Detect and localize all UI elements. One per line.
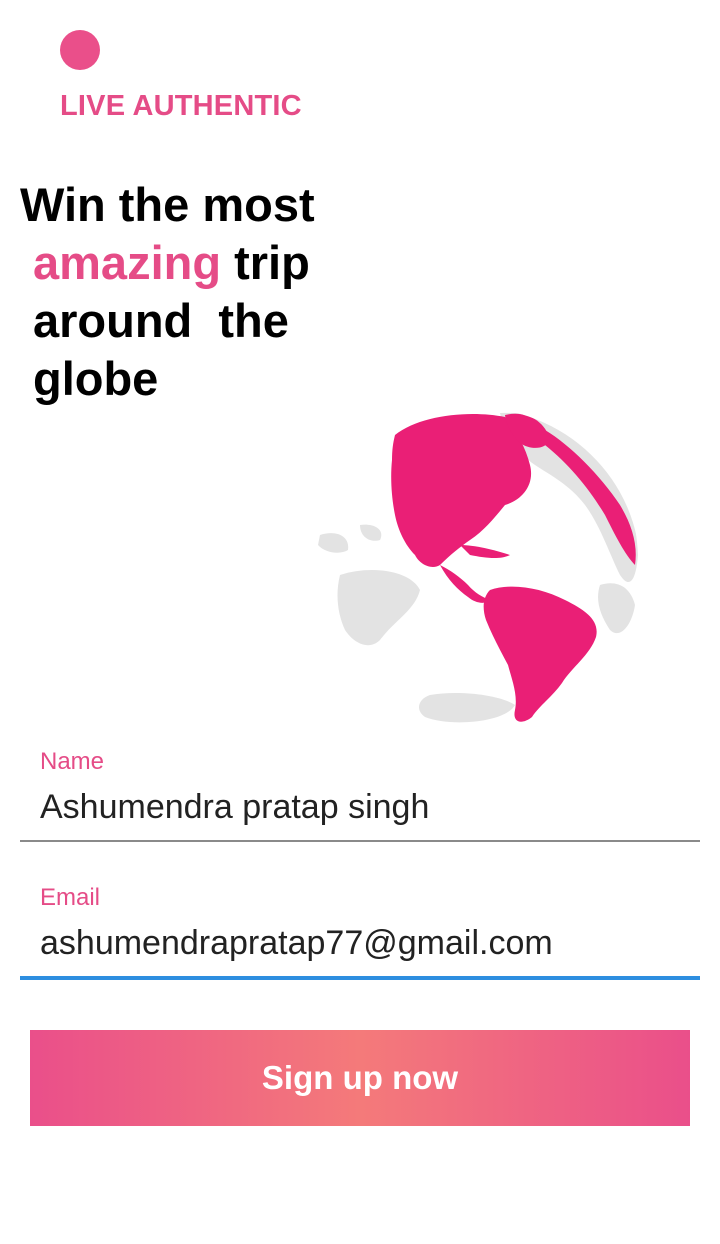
headline-line-2-rest: trip <box>221 236 310 289</box>
email-field-underline <box>20 976 700 980</box>
sign-up-button[interactable]: Sign up now <box>30 1030 690 1126</box>
globe-americas-icon <box>318 412 638 723</box>
email-input[interactable] <box>40 918 680 968</box>
brand-logo-dot <box>60 30 100 70</box>
name-field-underline <box>20 840 700 842</box>
headline-line-1: Win the most <box>20 178 315 231</box>
name-field[interactable]: Name <box>20 748 700 848</box>
headline-line-3: around the <box>33 294 289 347</box>
name-input[interactable] <box>40 782 680 832</box>
headline-line-2: amazing trip <box>20 234 350 292</box>
brand-name: LIVE AUTHENTIC <box>60 90 302 122</box>
headline-line-4: globe <box>33 352 159 405</box>
page-headline: Win the most amazing trip around the glo… <box>20 176 350 408</box>
email-field[interactable]: Email <box>20 884 700 984</box>
email-field-label: Email <box>40 884 101 911</box>
name-field-label: Name <box>40 748 105 775</box>
headline-accent-word: amazing <box>33 236 222 289</box>
